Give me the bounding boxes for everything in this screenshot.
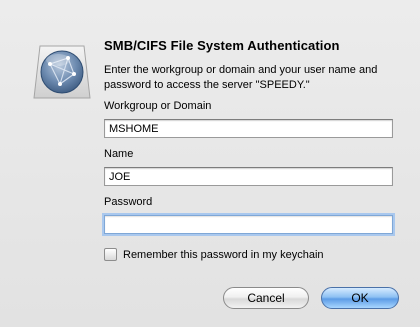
network-globe-icon xyxy=(30,40,94,104)
auth-dialog: SMB/CIFS File System Authentication Ente… xyxy=(0,0,420,327)
dialog-message: Enter the workgroup or domain and your u… xyxy=(104,64,378,91)
workgroup-field[interactable]: MSHOME xyxy=(104,119,393,138)
name-field[interactable]: JOE xyxy=(104,167,393,186)
remember-password-label[interactable]: Remember this password in my keychain xyxy=(123,249,324,261)
remember-password-row[interactable]: Remember this password in my keychain xyxy=(104,248,324,261)
cancel-button[interactable]: Cancel xyxy=(223,287,309,309)
password-label: Password xyxy=(104,196,153,208)
ok-button[interactable]: OK xyxy=(321,287,399,309)
name-label: Name xyxy=(104,148,134,160)
password-field[interactable] xyxy=(104,215,393,234)
dialog-title: SMB/CIFS File System Authentication xyxy=(104,38,340,53)
remember-password-checkbox[interactable] xyxy=(104,248,117,261)
workgroup-label: Workgroup or Domain xyxy=(104,100,212,112)
